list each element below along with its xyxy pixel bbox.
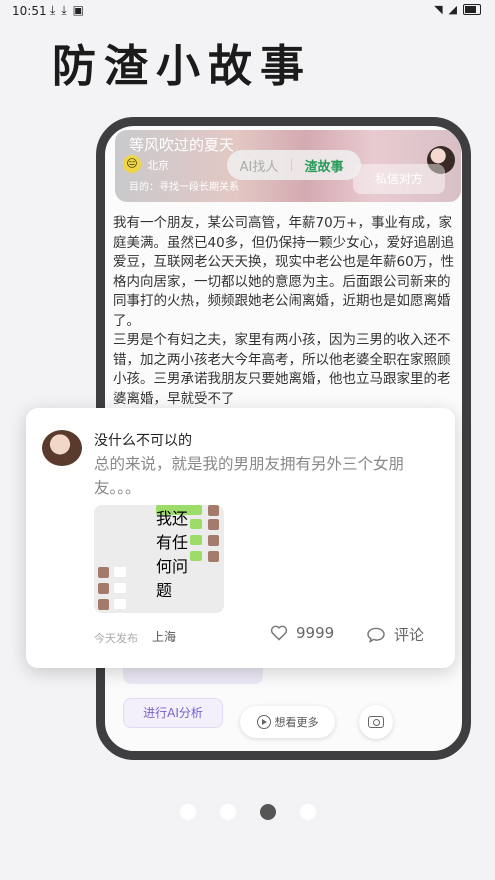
profile-goal: 目的：寻找一段长期关系: [129, 182, 239, 193]
app-notification-icon: ▣: [72, 3, 84, 17]
status-time: 10:51: [12, 4, 47, 18]
chat-bubble: 我还有任何问题: [156, 505, 202, 600]
chat-avatar: [98, 567, 109, 578]
pager-dot[interactable]: [180, 804, 196, 820]
system-icons: ◥ ◢: [434, 3, 481, 16]
chat-avatar: [98, 599, 109, 610]
download-icon: ⤓: [50, 3, 56, 17]
notification-icons: ⤓ ⤓ ▣: [50, 3, 84, 18]
see-more-label: 想看更多: [274, 716, 319, 729]
chat-bubble: [114, 599, 126, 609]
chat-bubble: [190, 519, 202, 529]
pager-dots: [180, 804, 316, 820]
camera-icon: [368, 716, 384, 728]
hero-title: 防渣小故事: [52, 41, 312, 92]
profile-city: 北京: [147, 159, 169, 172]
avatar[interactable]: [42, 430, 82, 466]
battery-icon: [463, 4, 481, 15]
story-text: 我有一个朋友，某公司高管，年薪70万+，事业有成，家庭美满。虽然已40多，但仍保…: [113, 215, 455, 407]
post-card[interactable]: 没什么不可以的 总的来说，就是我的男朋友拥有另外三个女朋友。。。 我还有任何问题…: [26, 408, 455, 668]
tab-ai-find[interactable]: AI找人: [227, 156, 291, 175]
wifi-icon: ◥: [434, 3, 443, 16]
profile-name: 等风吹过的夏天: [129, 136, 235, 154]
chat-avatar: [208, 551, 219, 562]
chat-screenshot-image[interactable]: 我还有任何问题: [94, 505, 224, 613]
mode-toggle: AI找人 渣故事: [227, 150, 361, 180]
comment-button[interactable]: 评论: [366, 624, 424, 645]
play-icon: [256, 715, 271, 729]
chat-avatar: [208, 505, 219, 516]
post-time: 今天发布: [94, 632, 138, 645]
comment-label: 评论: [394, 626, 425, 644]
chat-bubble: [114, 583, 126, 593]
private-message-button[interactable]: 私信对方: [353, 164, 445, 194]
ai-analysis-button[interactable]: 进行AI分析: [123, 698, 223, 728]
heart-icon: [270, 625, 288, 641]
camera-button[interactable]: [359, 705, 393, 739]
pager-dot[interactable]: [220, 804, 236, 820]
like-button[interactable]: 9999: [270, 624, 334, 642]
comment-icon: [367, 627, 385, 643]
chat-avatar: [98, 583, 109, 594]
post-username[interactable]: 没什么不可以的: [94, 430, 192, 450]
pager-dot[interactable]: [300, 804, 316, 820]
chat-bubble: [114, 567, 126, 577]
pager-dot-active[interactable]: [260, 804, 276, 820]
signal-icon: ◢: [448, 3, 457, 16]
tab-stories[interactable]: 渣故事: [292, 156, 356, 175]
see-more-button[interactable]: 想看更多: [240, 706, 335, 738]
like-count: 9999: [296, 624, 335, 642]
post-text: 总的来说，就是我的男朋友拥有另外三个女朋友。。。: [94, 455, 405, 497]
chat-avatar: [208, 535, 219, 546]
chat-avatar: [208, 519, 219, 530]
status-bar: 10:51 ⤓ ⤓ ▣ ◥ ◢: [0, 0, 495, 22]
mood-emoji-icon: 😑: [123, 155, 141, 173]
chat-bubble: [190, 551, 202, 561]
chat-bubble: [190, 535, 202, 545]
download-icon: ⤓: [61, 3, 67, 17]
post-city: 上海: [152, 630, 177, 644]
